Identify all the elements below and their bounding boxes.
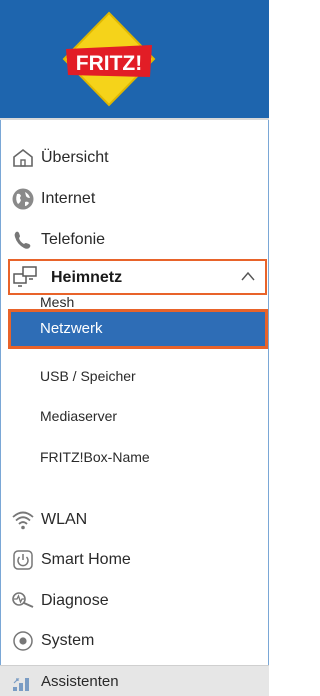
wifi-icon [10,507,36,533]
home-icon [10,145,36,171]
phone-icon [10,227,36,253]
nav-item-telefonie[interactable]: Telefonie [0,220,269,260]
subnav-label-netzwerk: Netzwerk [40,320,103,337]
nav-label-wlan: WLAN [41,511,88,528]
subnav-item-netzwerk[interactable]: Netzwerk [8,309,268,349]
nav-label-telefonie: Telefonie [41,231,106,248]
subnav-label-boxname: FRITZ!Box-Name [40,449,150,465]
nav-item-wlan[interactable]: WLAN [0,500,269,540]
globe-icon [10,186,36,212]
active-item-background: Netzwerk [11,312,265,346]
header-divider [0,118,269,120]
system-icon [10,628,36,654]
subnav-item-usb[interactable]: USB / Speicher [0,356,269,396]
nav-label-diagnose: Diagnose [41,592,109,609]
nav-label-system: System [41,632,95,649]
logo-text: FRITZ! [76,52,142,75]
subnav-label-usb: USB / Speicher [40,368,136,384]
subnav-label-mediaserver: Mediaserver [40,408,118,424]
assistant-wizard-icon [13,678,29,691]
subnav-item-mediaserver[interactable]: Mediaserver [0,396,269,436]
nav-item-smarthome[interactable]: Smart Home [0,540,269,580]
fritz-logo[interactable]: FRITZ! [62,11,156,107]
nav-item-system[interactable]: System [0,621,269,661]
nav-item-assistenten[interactable]: Assistenten [0,665,269,696]
header: FRITZ! [0,0,269,118]
nav-label-internet: Internet [41,190,96,207]
nav-item-uebersicht[interactable]: Übersicht [0,138,269,178]
nav-item-diagnose[interactable]: Diagnose [0,581,269,621]
nav-item-internet[interactable]: Internet [0,179,269,219]
nav-label-uebersicht: Übersicht [41,149,109,166]
subnav-item-boxname[interactable]: FRITZ!Box-Name [0,437,269,477]
power-socket-icon [10,547,36,573]
nav-label-assistenten: Assistenten [41,673,119,690]
nav-label-smarthome: Smart Home [41,551,131,568]
subnav-label-mesh: Mesh [40,294,75,310]
diagnose-magnifier-icon [10,588,36,614]
subnav-item-mesh[interactable]: Mesh [0,270,269,310]
